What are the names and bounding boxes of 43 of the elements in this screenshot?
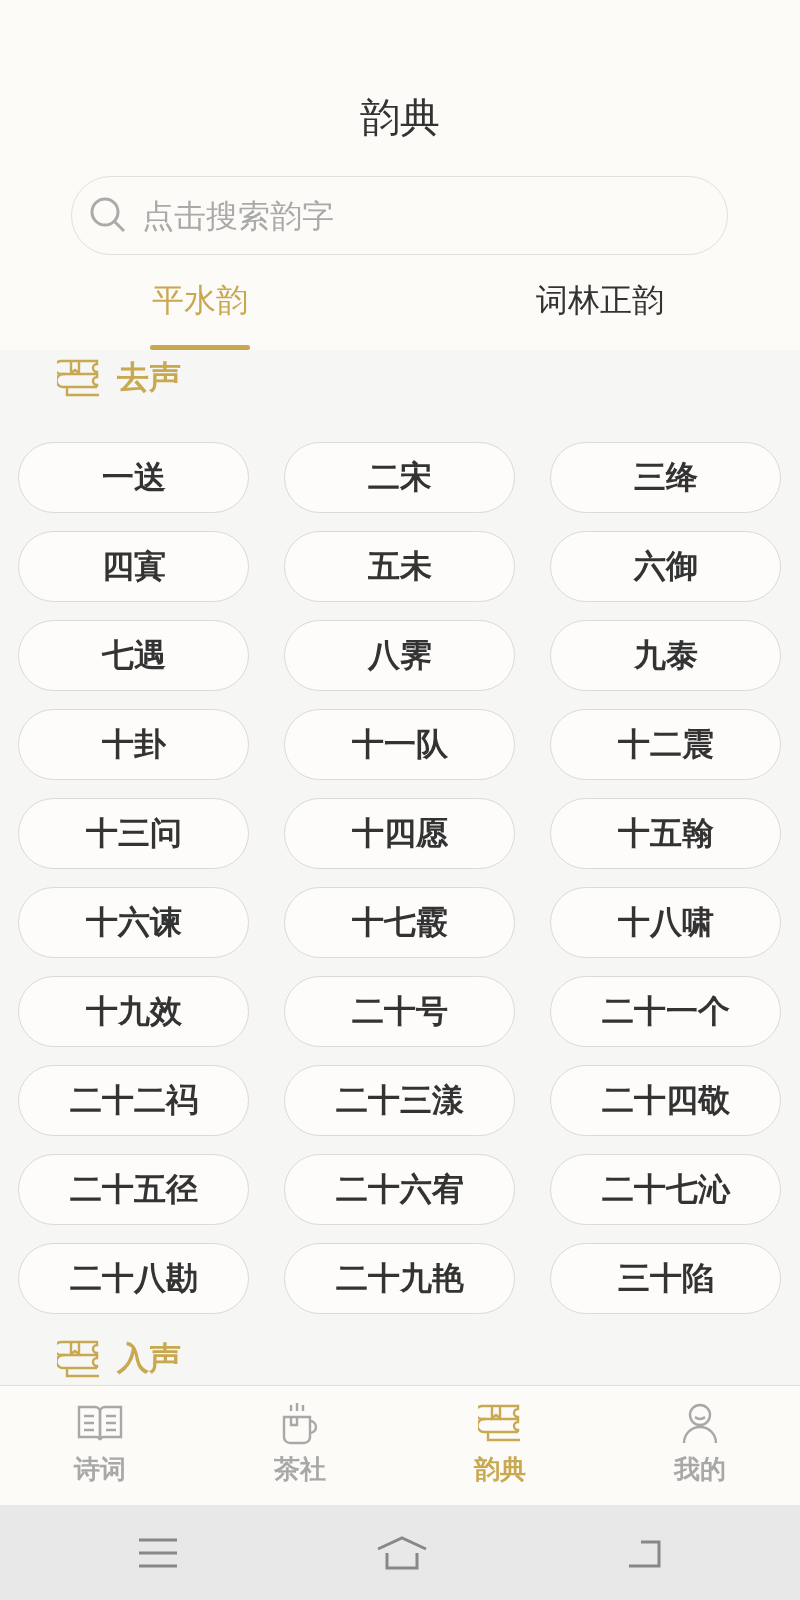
rhyme-button[interactable]: 三绛 (550, 442, 781, 513)
tab[interactable]: 词林正韵 (400, 255, 800, 350)
rhyme-button[interactable]: 二十五径 (18, 1154, 249, 1225)
open-book-icon (77, 1404, 123, 1442)
rhyme-button[interactable]: 九泰 (550, 620, 781, 691)
rhyme-button[interactable]: 十九效 (18, 976, 249, 1047)
person-icon (682, 1402, 718, 1444)
book-stack-icon (478, 1403, 522, 1443)
rhyme-button[interactable]: 二十四敬 (550, 1065, 781, 1136)
book-stack-icon (57, 1338, 101, 1379)
section-title: 入声 (117, 1337, 181, 1379)
rhyme-button[interactable]: 十二震 (550, 709, 781, 780)
rhyme-button[interactable]: 二十六宥 (284, 1154, 515, 1225)
rhyme-button[interactable]: 二十九艳 (284, 1243, 515, 1314)
rhyme-button[interactable]: 二十七沁 (550, 1154, 781, 1225)
rhyme-button[interactable]: 二十八勘 (18, 1243, 249, 1314)
rhyme-button[interactable]: 八霁 (284, 620, 515, 691)
rhyme-button[interactable]: 七遇 (18, 620, 249, 691)
rhyme-button[interactable]: 二十一个 (550, 976, 781, 1047)
page-title: 韵典 (360, 93, 440, 142)
search-icon (89, 196, 127, 234)
menu-icon[interactable] (139, 1537, 178, 1568)
rhyme-button[interactable]: 十四愿 (284, 798, 515, 869)
rhyme-button[interactable]: 十八啸 (550, 887, 781, 958)
section-title: 去声 (117, 356, 181, 398)
rhyme-button[interactable]: 二十三漾 (284, 1065, 515, 1136)
rhyme-button[interactable]: 二宋 (284, 442, 515, 513)
rhyme-button[interactable]: 一送 (18, 442, 249, 513)
book-stack-icon (57, 357, 101, 398)
rhyme-button[interactable]: 十五翰 (550, 798, 781, 869)
rhyme-button[interactable]: 十六谏 (18, 887, 249, 958)
rhyme-button[interactable]: 十一队 (284, 709, 515, 780)
search-field[interactable]: 点击搜索韵字 (71, 176, 728, 255)
home-icon[interactable] (376, 1535, 428, 1570)
rhyme-button[interactable]: 十三问 (18, 798, 249, 869)
rhyme-button[interactable]: 四寘 (18, 531, 249, 602)
rhyme-button[interactable]: 二十号 (284, 976, 515, 1047)
rhyme-button[interactable]: 六御 (550, 531, 781, 602)
rhyme-button[interactable]: 二十二祃 (18, 1065, 249, 1136)
rhyme-button[interactable]: 十卦 (18, 709, 249, 780)
rhyme-button[interactable]: 三十陷 (550, 1243, 781, 1314)
rhyme-button[interactable]: 五未 (284, 531, 515, 602)
rhyme-button[interactable]: 十七霰 (284, 887, 515, 958)
